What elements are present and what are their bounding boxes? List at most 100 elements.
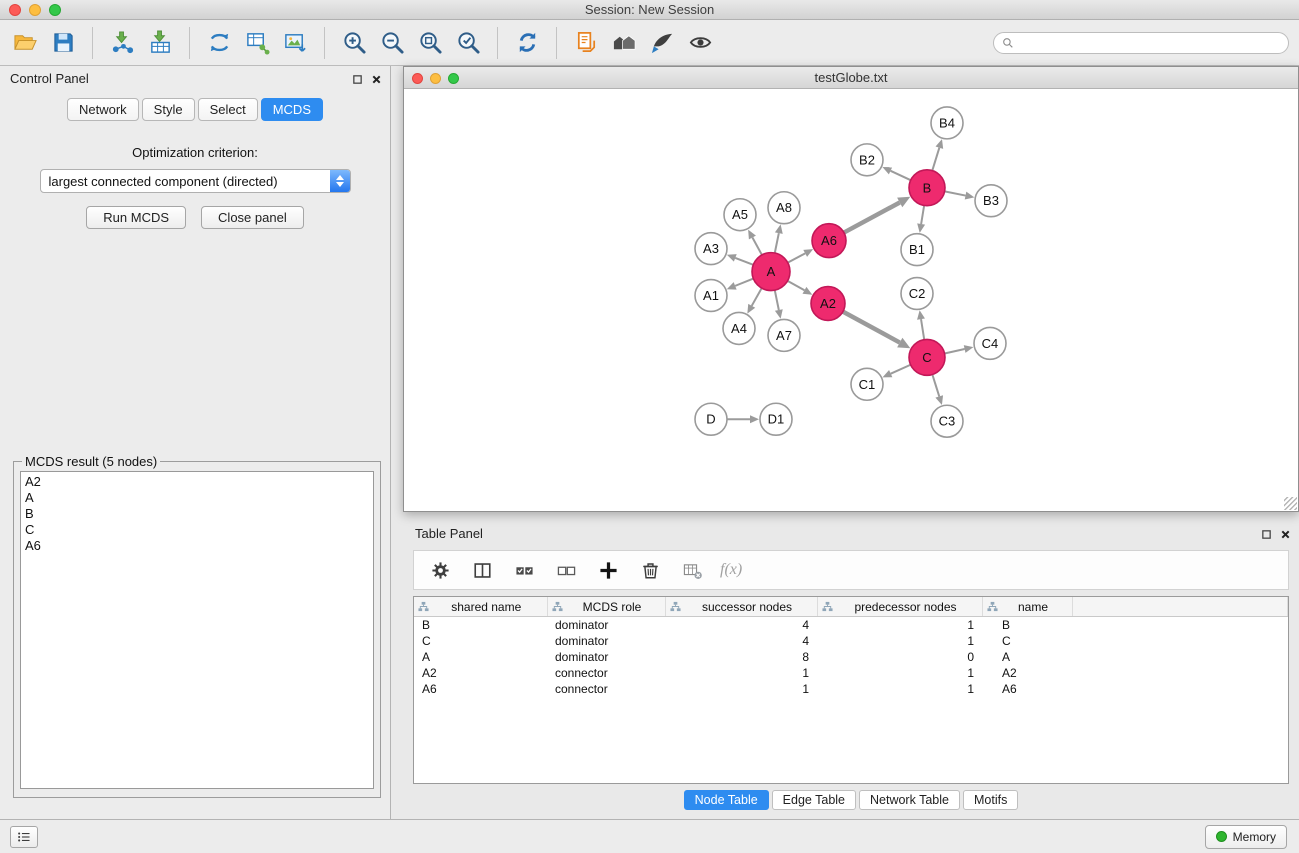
graph-edge[interactable]: [752, 237, 762, 254]
zoom-window-button[interactable]: [49, 4, 61, 16]
graph-edge[interactable]: [921, 319, 924, 339]
graph-edge[interactable]: [945, 349, 965, 353]
graph-edge[interactable]: [921, 205, 924, 224]
zoom-selected-button[interactable]: [449, 26, 487, 60]
float-panel-icon[interactable]: [352, 74, 363, 85]
table-close-panel-icon[interactable]: [1280, 529, 1291, 540]
result-item[interactable]: B: [25, 506, 369, 522]
cell-successor_nodes[interactable]: 4: [665, 617, 817, 634]
cell-successor_nodes[interactable]: 8: [665, 649, 817, 665]
graph-edge[interactable]: [843, 312, 900, 343]
table-float-panel-icon[interactable]: [1261, 529, 1272, 540]
share-network-button[interactable]: [200, 26, 238, 60]
tab-select[interactable]: Select: [198, 98, 258, 121]
graph-edge[interactable]: [844, 202, 900, 232]
zoom-in-button[interactable]: [335, 26, 373, 60]
cell-predecessor_nodes[interactable]: 1: [817, 633, 982, 649]
copy-page-button[interactable]: [567, 26, 605, 60]
save-button[interactable]: [44, 26, 82, 60]
cell-successor_nodes[interactable]: 1: [665, 665, 817, 681]
table-row[interactable]: Bdominator41B: [414, 617, 1288, 634]
table-row[interactable]: Adominator80A: [414, 649, 1288, 665]
cell-name[interactable]: A6: [982, 681, 1072, 697]
column-header[interactable]: predecessor nodes: [817, 597, 982, 617]
delete-row-button[interactable]: [636, 556, 664, 584]
cell-mcds_role[interactable]: dominator: [547, 633, 665, 649]
table-row[interactable]: Cdominator41C: [414, 633, 1288, 649]
cell-shared_name[interactable]: C: [414, 633, 547, 649]
cell-successor_nodes[interactable]: 4: [665, 633, 817, 649]
cell-shared_name[interactable]: A6: [414, 681, 547, 697]
search-box[interactable]: [993, 32, 1289, 54]
memory-button[interactable]: Memory: [1205, 825, 1287, 849]
column-header[interactable]: successor nodes: [665, 597, 817, 617]
graph-edge[interactable]: [945, 191, 966, 195]
import-table-button[interactable]: [141, 26, 179, 60]
cell-shared_name[interactable]: A2: [414, 665, 547, 681]
graph-edge[interactable]: [891, 171, 911, 180]
column-header[interactable]: name: [982, 597, 1072, 617]
graph-edge[interactable]: [735, 279, 753, 286]
cell-predecessor_nodes[interactable]: 1: [817, 681, 982, 697]
cell-predecessor_nodes[interactable]: 0: [817, 649, 982, 665]
cell-name[interactable]: B: [982, 617, 1072, 634]
network-canvas[interactable]: B4B2BB3A5A8A6B1A3AC2A1A2A4A7C4CC1C3DD1: [404, 89, 1298, 511]
graph-edge[interactable]: [891, 365, 911, 374]
column-header[interactable]: shared name: [414, 597, 547, 617]
task-history-button[interactable]: [10, 826, 38, 848]
network-image-button[interactable]: [276, 26, 314, 60]
result-item[interactable]: C: [25, 522, 369, 538]
close-window-button[interactable]: [9, 4, 21, 16]
graph-edge[interactable]: [775, 290, 779, 310]
graph-edge[interactable]: [932, 375, 939, 397]
cell-mcds_role[interactable]: connector: [547, 681, 665, 697]
deselect-all-button[interactable]: [552, 556, 580, 584]
zoom-fit-button[interactable]: [411, 26, 449, 60]
tab-mcds[interactable]: MCDS: [261, 98, 323, 121]
result-item[interactable]: A6: [25, 538, 369, 554]
graph-edge[interactable]: [775, 233, 779, 253]
graph-edge[interactable]: [788, 253, 805, 262]
run-mcds-button[interactable]: Run MCDS: [86, 206, 186, 229]
close-panel-icon[interactable]: [371, 74, 382, 85]
delete-table-button[interactable]: [678, 556, 706, 584]
graph-edge[interactable]: [735, 258, 753, 265]
network-table-button[interactable]: [238, 26, 276, 60]
cell-predecessor_nodes[interactable]: 1: [817, 665, 982, 681]
graph-edge[interactable]: [752, 288, 762, 306]
import-network-button[interactable]: [103, 26, 141, 60]
table-row[interactable]: A6connector11A6: [414, 681, 1288, 697]
cell-successor_nodes[interactable]: 1: [665, 681, 817, 697]
home-button[interactable]: [605, 26, 643, 60]
search-input[interactable]: [1015, 35, 1288, 51]
function-builder-button[interactable]: f(x): [720, 561, 742, 579]
network-minimize-button[interactable]: [430, 73, 441, 84]
cell-mcds_role[interactable]: connector: [547, 665, 665, 681]
select-all-button[interactable]: [510, 556, 538, 584]
result-item[interactable]: A: [25, 490, 369, 506]
column-header[interactable]: MCDS role: [547, 597, 665, 617]
network-close-button[interactable]: [412, 73, 423, 84]
optimization-dropdown[interactable]: largest connected component (directed): [40, 169, 351, 193]
cell-name[interactable]: A2: [982, 665, 1072, 681]
refresh-button[interactable]: [508, 26, 546, 60]
open-button[interactable]: [6, 26, 44, 60]
tab-style[interactable]: Style: [142, 98, 195, 121]
graph-edge[interactable]: [932, 148, 939, 171]
tab-node-table[interactable]: Node Table: [684, 790, 769, 810]
tab-motifs[interactable]: Motifs: [963, 790, 1018, 810]
result-item[interactable]: A2: [25, 474, 369, 490]
cell-predecessor_nodes[interactable]: 1: [817, 617, 982, 634]
network-graph[interactable]: B4B2BB3A5A8A6B1A3AC2A1A2A4A7C4CC1C3DD1: [404, 89, 1298, 511]
table-row[interactable]: A2connector11A2: [414, 665, 1288, 681]
minimize-window-button[interactable]: [29, 4, 41, 16]
tab-network[interactable]: Network: [67, 98, 139, 121]
zoom-out-button[interactable]: [373, 26, 411, 60]
network-zoom-button[interactable]: [448, 73, 459, 84]
tab-edge-table[interactable]: Edge Table: [772, 790, 856, 810]
add-row-button[interactable]: [594, 556, 622, 584]
close-panel-button[interactable]: Close panel: [201, 206, 304, 229]
cell-mcds_role[interactable]: dominator: [547, 649, 665, 665]
eye-button[interactable]: [681, 26, 719, 60]
cell-shared_name[interactable]: B: [414, 617, 547, 634]
